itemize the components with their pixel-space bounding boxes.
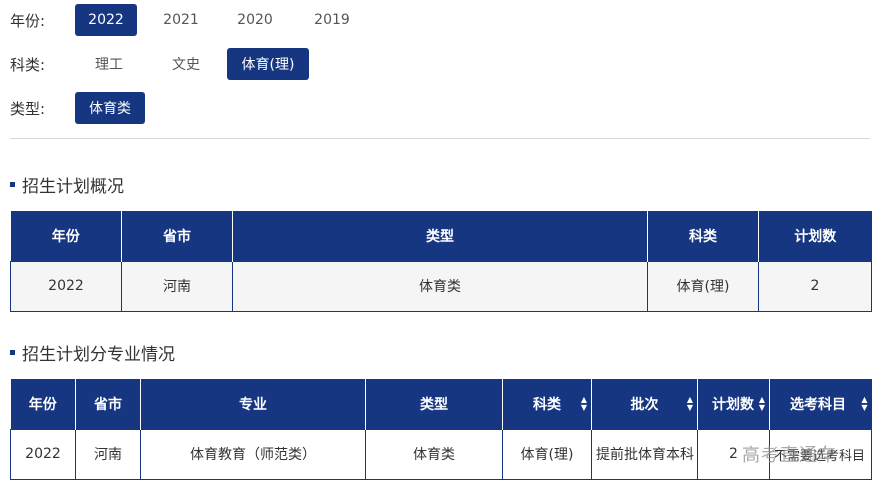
- year-option-2022[interactable]: 2022: [75, 4, 137, 36]
- majors-cell-plan-count: 2: [697, 428, 770, 480]
- majors-cell-required-subjects: 不需要选考科目: [769, 428, 872, 480]
- year-option-2019[interactable]: 2019: [299, 4, 365, 36]
- filter-divider: [10, 138, 870, 139]
- year-option-2020[interactable]: 2020: [225, 4, 285, 36]
- overview-header-type: 类型: [232, 211, 648, 261]
- sort-icon[interactable]: ▲ ▼: [861, 395, 867, 412]
- subject-option-sports[interactable]: 体育(理): [227, 48, 309, 80]
- overview-cell-year: 2022: [10, 260, 122, 312]
- overview-cell-type: 体育类: [232, 260, 648, 312]
- majors-table: 年份 省市 专业 类型 科类 ▲ ▼ 批次 ▲ ▼ 计划数 ▲ ▼ 选考科目 ▲ ▼ 2: [10, 379, 872, 480]
- majors-cell-batch: 提前批体育本科: [591, 428, 698, 480]
- majors-header-row: 年份 省市 专业 类型 科类 ▲ ▼ 批次 ▲ ▼ 计划数 ▲ ▼ 选考科目 ▲ ▼: [10, 379, 872, 429]
- overview-section-title: 招生计划概况: [10, 172, 124, 197]
- majors-header-subject[interactable]: 科类 ▲ ▼: [502, 379, 592, 429]
- overview-cell-subject: 体育(理): [647, 260, 759, 312]
- type-filter: 类型: 体育类: [10, 92, 145, 124]
- sort-icon[interactable]: ▲ ▼: [687, 395, 693, 412]
- subject-filter-label: 科类:: [10, 55, 46, 74]
- majors-cell-year: 2022: [10, 428, 76, 480]
- majors-header-province: 省市: [75, 379, 141, 429]
- overview-header-year: 年份: [10, 211, 122, 261]
- majors-title-text: 招生计划分专业情况: [22, 345, 175, 365]
- majors-header-year: 年份: [10, 379, 76, 429]
- overview-header-plan-count: 计划数: [758, 211, 872, 261]
- overview-header-subject: 科类: [647, 211, 759, 261]
- overview-header-province: 省市: [121, 211, 233, 261]
- majors-header-major: 专业: [140, 379, 366, 429]
- sort-icon[interactable]: ▲ ▼: [581, 395, 587, 412]
- square-bullet-icon: [10, 350, 15, 355]
- square-bullet-icon: [10, 182, 15, 187]
- year-option-2021[interactable]: 2021: [141, 4, 221, 36]
- majors-cell-type: 体育类: [365, 428, 503, 480]
- overview-cell-province: 河南: [121, 260, 233, 312]
- majors-header-required-subjects[interactable]: 选考科目 ▲ ▼: [769, 379, 872, 429]
- year-filter: 年份: 2022 2021 2020 2019: [10, 4, 365, 36]
- sort-icon[interactable]: ▲ ▼: [759, 395, 765, 412]
- table-row: 2022 河南 体育教育（师范类） 体育类 体育(理) 提前批体育本科 2 不需…: [10, 428, 872, 480]
- majors-section-title: 招生计划分专业情况: [10, 340, 175, 365]
- type-filter-label: 类型:: [10, 99, 46, 118]
- majors-header-batch[interactable]: 批次 ▲ ▼: [591, 379, 698, 429]
- majors-header-type: 类型: [365, 379, 503, 429]
- subject-option-science[interactable]: 理工: [75, 48, 143, 80]
- overview-header-row: 年份 省市 类型 科类 计划数: [10, 211, 872, 261]
- table-row: 2022 河南 体育类 体育(理) 2: [10, 260, 872, 312]
- majors-cell-subject: 体育(理): [502, 428, 592, 480]
- type-option-sports[interactable]: 体育类: [75, 92, 145, 124]
- majors-cell-province: 河南: [75, 428, 141, 480]
- year-filter-label: 年份:: [10, 11, 46, 30]
- subject-filter: 科类: 理工 文史 体育(理): [10, 48, 309, 80]
- majors-cell-major: 体育教育（师范类）: [140, 428, 366, 480]
- subject-option-liberal-arts[interactable]: 文史: [145, 48, 227, 80]
- overview-cell-plan-count: 2: [758, 260, 872, 312]
- overview-table: 年份 省市 类型 科类 计划数 2022 河南 体育类 体育(理) 2: [10, 211, 872, 312]
- majors-header-plan-count[interactable]: 计划数 ▲ ▼: [697, 379, 770, 429]
- overview-title-text: 招生计划概况: [22, 177, 124, 197]
